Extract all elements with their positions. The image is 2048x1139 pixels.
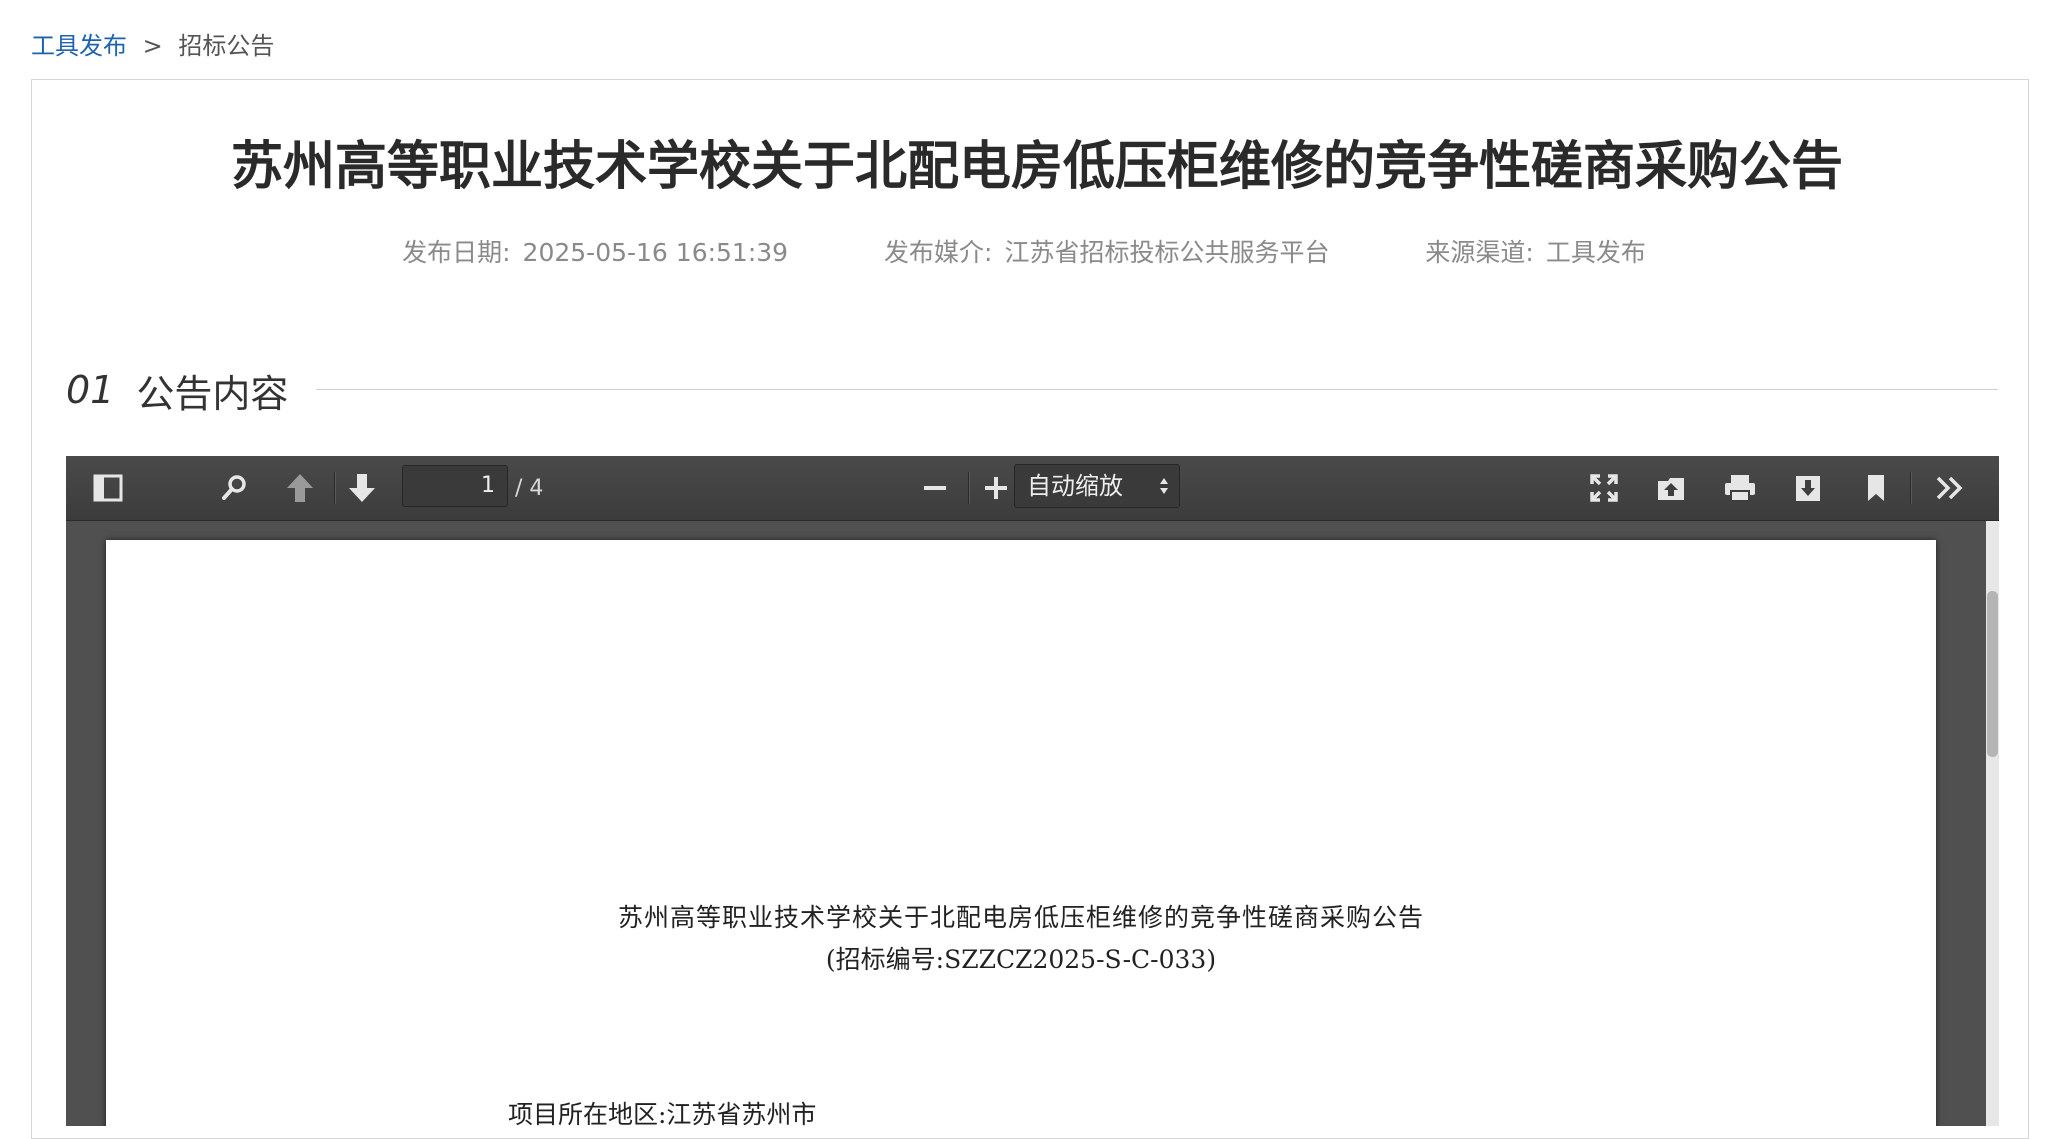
pdf-viewer: 1 / 4 自动缩放 苏州高等职业技术学校关于北配电房低压柜维修的竞争性磋商采购… <box>66 456 1999 1126</box>
section-divider <box>316 389 1998 390</box>
breadcrumb-separator: > <box>142 32 163 60</box>
breadcrumb: 工具发布 > 招标公告 <box>31 26 274 61</box>
bookmark-icon[interactable] <box>1854 466 1898 510</box>
print-icon[interactable] <box>1718 466 1762 510</box>
zoom-in-icon[interactable] <box>974 466 1018 510</box>
publish-media-label: 发布媒介: <box>884 238 993 267</box>
pdf-scrollbar-thumb[interactable] <box>1987 591 1998 757</box>
zoom-select[interactable]: 自动缩放 <box>1014 464 1180 508</box>
sidebar-toggle-icon[interactable] <box>86 466 130 510</box>
toolbar-separator <box>968 472 969 504</box>
zoom-select-value: 自动缩放 <box>1027 472 1123 500</box>
zoom-out-icon[interactable] <box>913 466 957 510</box>
previous-page-icon[interactable] <box>278 466 322 510</box>
pdf-document-title: 苏州高等职业技术学校关于北配电房低压柜维修的竞争性磋商采购公告 <box>617 903 1424 932</box>
source-channel: 来源渠道: 工具发布 <box>1425 233 1645 269</box>
toolbar-separator <box>1910 472 1911 504</box>
next-page-icon[interactable] <box>340 466 384 510</box>
breadcrumb-current: 招标公告 <box>178 32 275 60</box>
search-icon[interactable] <box>212 466 256 510</box>
fullscreen-icon[interactable] <box>1582 466 1626 510</box>
page-title: 苏州高等职业技术学校关于北配电房低压柜维修的竞争性磋商采购公告 <box>230 137 1843 197</box>
publish-media: 发布媒介: 江苏省招标投标公共服务平台 <box>884 233 1329 269</box>
toolbar-separator <box>334 472 335 504</box>
publish-date-value: 2025-05-16 16:51:39 <box>522 238 789 267</box>
download-icon[interactable] <box>1786 466 1830 510</box>
publish-media-value: 江苏省招标投标公共服务平台 <box>1004 238 1330 267</box>
pdf-page-area[interactable]: 苏州高等职业技术学校关于北配电房低压柜维修的竞争性磋商采购公告 (招标编号:SZ… <box>66 521 1986 1126</box>
section-heading: 01 公告内容 <box>66 362 288 418</box>
page-count: / 4 <box>515 476 544 501</box>
select-arrows-icon <box>1160 478 1168 494</box>
page-number-input[interactable]: 1 <box>402 465 508 507</box>
pdf-toolbar: 1 / 4 自动缩放 <box>66 456 1999 521</box>
section-number: 01 <box>66 368 115 412</box>
section-title: 公告内容 <box>136 371 289 416</box>
pdf-page: 苏州高等职业技术学校关于北配电房低压柜维修的竞争性磋商采购公告 (招标编号:SZ… <box>106 540 1936 1126</box>
tools-icon[interactable] <box>1928 466 1972 510</box>
pdf-scrollbar[interactable] <box>1986 521 1999 1126</box>
pdf-location-line: 项目所在地区:江苏省苏州市 <box>508 1100 817 1126</box>
source-channel-label: 来源渠道: <box>1425 238 1534 267</box>
open-file-icon[interactable] <box>1650 466 1694 510</box>
breadcrumb-link-tool-publish[interactable]: 工具发布 <box>31 32 127 60</box>
publish-date: 发布日期: 2025-05-16 16:51:39 <box>402 233 788 269</box>
source-channel-value: 工具发布 <box>1545 238 1646 267</box>
publish-date-label: 发布日期: <box>402 238 511 267</box>
pdf-bid-code: (招标编号:SZZCZ2025-S-C-033) <box>825 945 1217 974</box>
announcement-meta: 发布日期: 2025-05-16 16:51:39 发布媒介: 江苏省招标投标公共服… <box>0 233 2048 269</box>
